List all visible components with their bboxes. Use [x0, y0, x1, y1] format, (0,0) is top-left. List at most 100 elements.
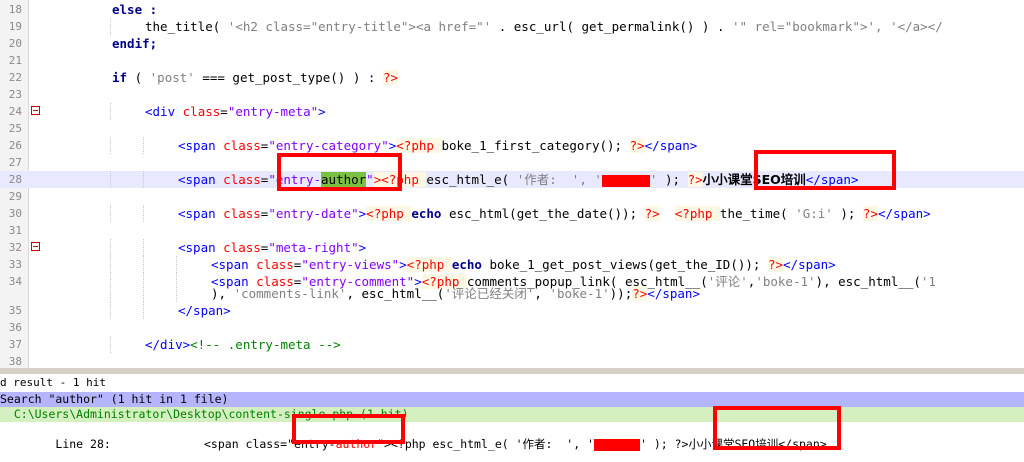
indent-guide	[143, 256, 144, 273]
line-number: 32	[8, 241, 22, 254]
code-token: ?>	[687, 172, 703, 187]
code-token: <span	[178, 240, 224, 255]
code-token: </span>	[783, 257, 836, 272]
code-token: the_title(	[145, 19, 228, 34]
code-token: ?>	[767, 257, 784, 272]
code-line[interactable]: 28 <span class="entry-author"><?php esc_h…	[0, 171, 1024, 188]
search-results-panel[interactable]: d result - 1 hit Search "author" (1 hit …	[0, 374, 1024, 462]
code-line[interactable]: 26 <span class="entry-category"><?php bok…	[0, 137, 1024, 154]
code-text: the_title( '<h2 class="entry-title"><a h…	[145, 18, 943, 35]
code-token: boke_1_get_post_views(get_the_ID());	[489, 257, 768, 272]
code-token: </div>	[145, 337, 191, 352]
search-hit-row[interactable]: Line 28: <span class="entry-author"><?php…	[0, 422, 1024, 451]
code-token: <?php	[674, 206, 720, 221]
line-number: 31	[8, 224, 22, 237]
indent-guide	[143, 205, 144, 222]
code-token: class	[223, 138, 261, 153]
code-line[interactable]: 22 if ( 'post' === get_post_type() ) : ?>	[0, 69, 1024, 86]
indent-guide	[143, 239, 144, 256]
indent-guide	[110, 205, 111, 222]
code-token: >	[318, 104, 326, 119]
hit-token: "	[377, 437, 385, 451]
code-token: ,	[534, 286, 550, 301]
code-token: >	[399, 257, 407, 272]
code-token: ?>	[644, 206, 660, 221]
code-line[interactable]: 29	[0, 188, 1024, 205]
code-line[interactable]: 24 <div class="entry-meta">	[0, 103, 1024, 120]
indent-guide	[110, 137, 111, 154]
code-line[interactable]: 20 endif;	[0, 35, 1024, 52]
code-text: if ( 'post' === get_post_type() ) : ?>	[112, 69, 399, 86]
line-number: 19	[8, 20, 22, 33]
code-token: , esc_html__(	[346, 286, 445, 301]
code-token: "entry-	[268, 172, 322, 187]
indent-guide	[110, 256, 111, 273]
code-token: ?>	[629, 138, 645, 153]
code-line[interactable]: 25	[0, 120, 1024, 137]
code-token: <?php	[406, 257, 452, 272]
code-line[interactable]: 31	[0, 222, 1024, 239]
indent-guide	[110, 336, 111, 353]
code-token: "meta-right"	[268, 240, 359, 255]
code-line[interactable]: 35 </span>	[0, 302, 1024, 319]
line-number: 26	[8, 139, 22, 152]
code-token: "entry-category"	[268, 138, 389, 153]
code-token: class	[256, 257, 294, 272]
code-token: class	[223, 240, 261, 255]
code-token: </span>	[647, 286, 700, 301]
code-token: "	[366, 172, 374, 187]
indent-guide	[110, 103, 111, 120]
code-token: </span>	[644, 138, 698, 153]
code-line[interactable]: 37 </div><!-- .entry-meta -->	[0, 336, 1024, 353]
code-token: </span>	[178, 303, 231, 318]
code-line[interactable]: 18 else :	[0, 1, 1024, 18]
code-token: '<h2 class="entry-title"><a href="'	[227, 19, 499, 34]
code-line[interactable]: 21	[0, 52, 1024, 69]
code-token: </span>	[805, 172, 859, 187]
code-token: <?php	[396, 138, 442, 153]
code-token: ),	[211, 286, 234, 301]
code-token: >	[358, 240, 367, 255]
code-text: <div class="entry-meta">	[145, 103, 326, 120]
code-line[interactable]: 19 the_title( '<h2 class="entry-title"><a…	[0, 18, 1024, 35]
code-text: else :	[112, 1, 157, 18]
search-summary-row[interactable]: Search "author" (1 hit in 1 file)	[0, 392, 1024, 407]
code-token: <span	[211, 257, 257, 272]
code-line[interactable]: 38	[0, 353, 1024, 368]
hit-token: ' ); ?>	[639, 437, 689, 451]
code-token: "entry-date"	[268, 206, 359, 221]
code-editor[interactable]: 18 else : 19 the_title( '<h2 class="entry-t…	[0, 0, 1024, 368]
fold-toggle-icon[interactable]	[31, 242, 40, 251]
indent-guide	[110, 285, 111, 302]
code-text: <span class="entry-date"><?php echo esc_…	[178, 205, 931, 222]
code-token: '	[649, 172, 665, 187]
line-number: 29	[8, 190, 22, 203]
line-number: 20	[8, 37, 22, 50]
code-token: <span	[178, 206, 224, 221]
code-line[interactable]: 27	[0, 154, 1024, 171]
code-token: '评论已经关闭'	[444, 286, 535, 301]
code-token: <!-- .entry-meta -->	[190, 337, 341, 352]
fold-toggle-icon[interactable]	[31, 106, 40, 115]
code-token: 小小课堂SEO培训	[702, 172, 806, 187]
line-number: 35	[8, 304, 22, 317]
code-line[interactable]: ), 'comments-link', esc_html__('评论已经关闭',…	[0, 285, 1024, 302]
code-token: class	[223, 172, 261, 187]
code-token: 'G:i'	[795, 206, 841, 221]
hit-token: 小小课堂SEO培训	[688, 437, 779, 451]
code-line[interactable]: 32 <span class="meta-right">	[0, 239, 1024, 256]
indent-guide	[143, 302, 144, 319]
code-line[interactable]: 23	[0, 86, 1024, 103]
hit-token: author	[335, 437, 378, 451]
code-line[interactable]: 33 <span class="entry-views"><?php echo b…	[0, 256, 1024, 273]
code-token: 'boke-1'	[549, 286, 610, 301]
code-line[interactable]: 36	[0, 319, 1024, 336]
search-file-row[interactable]: C:\Users\Administrator\Desktop\content-s…	[0, 407, 1024, 422]
code-token: class	[182, 104, 221, 119]
indent-guide	[143, 171, 144, 188]
code-line[interactable]: 30 <span class="entry-date"><?php echo es…	[0, 205, 1024, 222]
line-number: 36	[8, 321, 22, 334]
code-token: ));	[609, 286, 633, 301]
code-token: '" rel="bookmark">', '</a></	[732, 19, 943, 34]
code-token: esc_html(get_the_date());	[448, 206, 645, 221]
